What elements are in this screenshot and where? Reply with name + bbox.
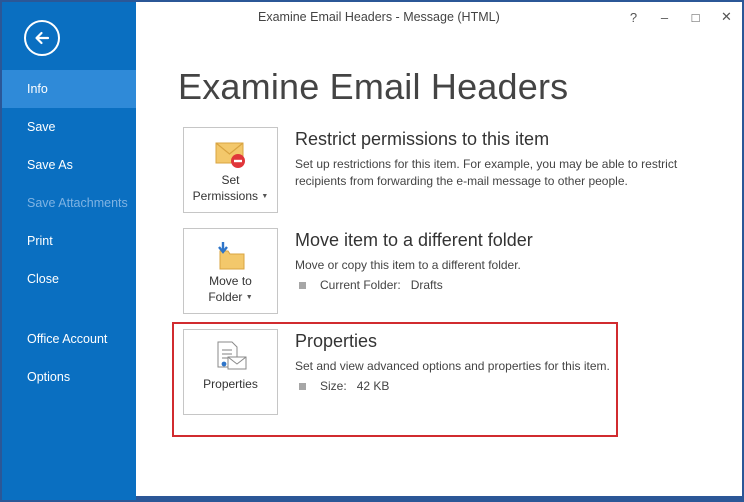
- permissions-description: Set up restrictions for this item. For e…: [295, 157, 678, 188]
- move-folder-icon: [214, 241, 248, 271]
- nav-divider-gap: [2, 298, 136, 320]
- current-folder-detail: Current Folder: Drafts: [295, 278, 715, 292]
- app-window: Info Save Save As Save Attachments Print…: [0, 0, 744, 502]
- backstage-sidebar: Info Save Save As Save Attachments Print…: [2, 2, 136, 500]
- help-button[interactable]: ?: [618, 2, 649, 32]
- move-heading: Move item to a different folder: [295, 230, 533, 250]
- nav-item-close[interactable]: Close: [2, 260, 136, 298]
- nav-item-office-account[interactable]: Office Account: [2, 320, 136, 358]
- move-to-folder-label: Move to Folder ▼: [208, 274, 253, 304]
- permissions-text: Restrict permissions to this item Set up…: [295, 129, 715, 190]
- nav-item-save-attachments: Save Attachments: [27, 196, 128, 210]
- nav-item-save-as[interactable]: Save As: [2, 146, 136, 184]
- current-folder-label: Current Folder:: [320, 278, 401, 292]
- set-permissions-label: Set Permissions ▼: [192, 173, 269, 203]
- move-description: Move or copy this item to a different fo…: [295, 258, 521, 272]
- properties-highlight-box: [172, 322, 618, 437]
- window-bottom-border: [136, 496, 742, 500]
- dropdown-caret-icon: ▼: [261, 192, 269, 200]
- close-button[interactable]: ✕: [711, 2, 742, 32]
- nav-item-options[interactable]: Options: [2, 358, 136, 396]
- dropdown-caret-icon: ▼: [245, 293, 253, 301]
- permissions-heading: Restrict permissions to this item: [295, 129, 550, 149]
- back-arrow-icon: [35, 31, 50, 45]
- envelope-restrict-icon: [214, 140, 248, 170]
- maximize-button[interactable]: □: [680, 2, 711, 32]
- window-controls: ? – □ ✕: [618, 2, 742, 32]
- title-bar: Examine Email Headers - Message (HTML) ?…: [136, 2, 742, 32]
- nav-item-print[interactable]: Print: [2, 222, 136, 260]
- bullet-icon: [299, 281, 306, 289]
- nav-item-info[interactable]: Info: [2, 70, 136, 108]
- move-to-folder-button[interactable]: Move to Folder ▼: [183, 228, 278, 314]
- backstage-nav: Info Save Save As Save Attachments Print…: [2, 70, 136, 396]
- minimize-button[interactable]: –: [649, 2, 680, 32]
- set-permissions-button[interactable]: Set Permissions ▼: [183, 127, 278, 213]
- current-folder-value: Drafts: [410, 278, 443, 292]
- page-title: Examine Email Headers: [178, 66, 569, 107]
- nav-item-save[interactable]: Save: [2, 108, 136, 146]
- window-title: Examine Email Headers - Message (HTML): [258, 10, 500, 24]
- back-button[interactable]: [24, 20, 60, 56]
- move-text: Move item to a different folder Move or …: [295, 230, 715, 292]
